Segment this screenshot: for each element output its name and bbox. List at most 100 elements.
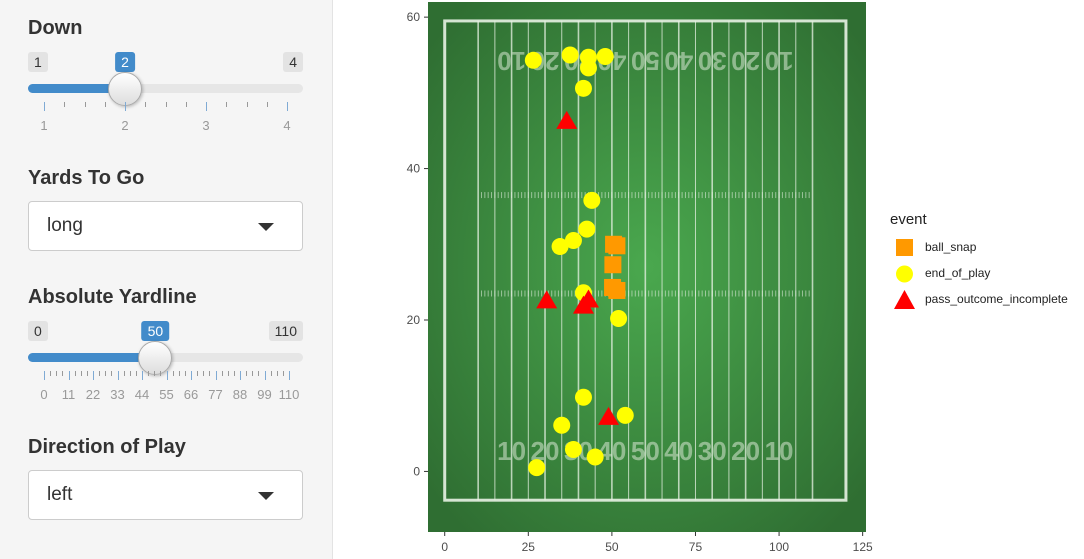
yardline-slider-value: 50 (141, 321, 170, 341)
end-of-play-point (583, 191, 601, 209)
slider-minor-tick (246, 102, 248, 107)
slider-minor-tick (252, 371, 254, 376)
slider-major-tick (240, 371, 241, 380)
x-axis-tick-label: 25 (522, 540, 536, 554)
slider-major-tick (289, 371, 290, 380)
slider-minor-tick (84, 102, 86, 107)
end-of-play-point (579, 59, 597, 77)
slider-minor-tick (104, 102, 106, 107)
slider-tick-label: 88 (232, 387, 248, 402)
slider-tick-label: 2 (121, 118, 129, 133)
legend-key-square (896, 239, 913, 256)
down-slider-min: 1 (28, 52, 48, 72)
down-slider-handle[interactable] (108, 72, 142, 106)
slider-major-tick (142, 371, 143, 380)
end-of-play-point (616, 406, 634, 424)
yardline-slider-handle[interactable] (138, 341, 173, 375)
direction-select[interactable]: left (28, 470, 303, 520)
slider-minor-tick (154, 371, 156, 376)
field-scatter-chart: 1020304050403020101020304050403020100255… (407, 2, 873, 554)
end-of-play-point (610, 309, 628, 327)
slider-minor-tick (266, 102, 268, 107)
slider-minor-tick (62, 371, 64, 376)
slider-minor-tick (80, 371, 82, 376)
slider-minor-tick (50, 371, 52, 376)
slider-minor-tick (105, 371, 107, 376)
slider-major-tick (264, 371, 266, 380)
ball-snap-point (604, 256, 622, 274)
field-number-top: 10 (497, 46, 526, 76)
end-of-play-point (551, 238, 569, 256)
slider-tick-label: 55 (159, 387, 174, 402)
plot-area: 1020304050403020101020304050403020100255… (390, 0, 1084, 559)
slider-tick-label: 1 (40, 118, 48, 133)
x-axis-tick-label: 125 (853, 540, 873, 554)
slider-major-tick (125, 102, 126, 111)
slider-minor-tick (74, 371, 76, 376)
slider-tick-label: 66 (183, 387, 199, 402)
slider-minor-tick (258, 371, 260, 376)
chevron-down-icon (258, 492, 274, 500)
slider-minor-tick (270, 371, 272, 376)
slider-major-tick (287, 102, 288, 111)
yardline-slider-min: 0 (28, 321, 48, 341)
field-number-bottom: 40 (664, 436, 693, 466)
down-slider-max: 4 (283, 52, 303, 72)
ball-snap-point (608, 281, 626, 299)
field-number-top: 50 (631, 46, 660, 76)
end-of-play-point (596, 48, 614, 66)
yardline-slider-max: 110 (268, 321, 303, 341)
legend-key-circle (896, 265, 913, 283)
y-axis-tick-label: 0 (413, 464, 420, 478)
down-slider-ticks (28, 102, 303, 112)
slider-major-tick (206, 102, 207, 111)
slider-minor-tick (203, 371, 205, 376)
legend-label-ball-snap: ball_snap (925, 240, 977, 254)
slider-minor-tick (160, 371, 162, 376)
legend-item-pass-outcome-incomplete: pass_outcome_incomplete (890, 288, 1084, 312)
slider-minor-tick (86, 371, 88, 376)
slider-minor-tick (246, 371, 248, 376)
yardline-slider-fill (28, 353, 156, 362)
slider-major-tick (166, 371, 168, 380)
slider-minor-tick (148, 371, 150, 376)
y-axis-tick-label: 40 (407, 162, 421, 176)
slider-minor-tick (185, 102, 187, 107)
slider-minor-tick (56, 371, 58, 376)
slider-minor-tick (123, 371, 125, 376)
legend-title: event (890, 211, 927, 228)
slider-minor-tick (209, 371, 211, 376)
slider-minor-tick (221, 371, 223, 376)
slider-minor-tick (129, 371, 131, 376)
x-axis-tick-label: 75 (689, 540, 703, 554)
absolute-yardline-slider[interactable]: 0 110 50 0 11 22 33 44 55 66 77 88 99 110 (28, 321, 303, 411)
y-axis-tick-label: 60 (407, 10, 421, 24)
slider-minor-tick (227, 371, 229, 376)
yards-to-go-select[interactable]: long (28, 201, 303, 251)
x-axis-tick-label: 100 (769, 540, 789, 554)
end-of-play-point (561, 46, 579, 64)
end-of-play-point (586, 448, 604, 466)
legend-key-triangle (894, 290, 915, 309)
slider-tick-label: 44 (134, 387, 150, 402)
slider-major-tick (215, 371, 217, 380)
field-number-bottom: 20 (731, 436, 760, 466)
slider-minor-tick (184, 371, 186, 376)
slider-major-tick (68, 371, 70, 380)
slider-minor-tick (172, 371, 174, 376)
slider-tick-label: 22 (85, 387, 101, 402)
down-slider[interactable]: 1 4 2 1 2 3 4 (28, 52, 303, 142)
slider-minor-tick (135, 371, 137, 376)
end-of-play-point (528, 459, 546, 477)
legend-label-pass-outcome-incomplete: pass_outcome_incomplete (925, 292, 1068, 306)
slider-tick-label: 33 (110, 387, 125, 402)
end-of-play-point (574, 79, 592, 97)
slider-minor-tick (64, 102, 66, 107)
slider-minor-tick (165, 102, 167, 107)
x-axis-tick-label: 0 (441, 540, 448, 554)
end-of-play-point (574, 388, 592, 406)
slider-tick-label: 99 (257, 387, 272, 402)
end-of-play-point (553, 416, 571, 434)
end-of-play-point (564, 440, 582, 458)
yards-to-go-label: Yards To Go (28, 167, 145, 189)
